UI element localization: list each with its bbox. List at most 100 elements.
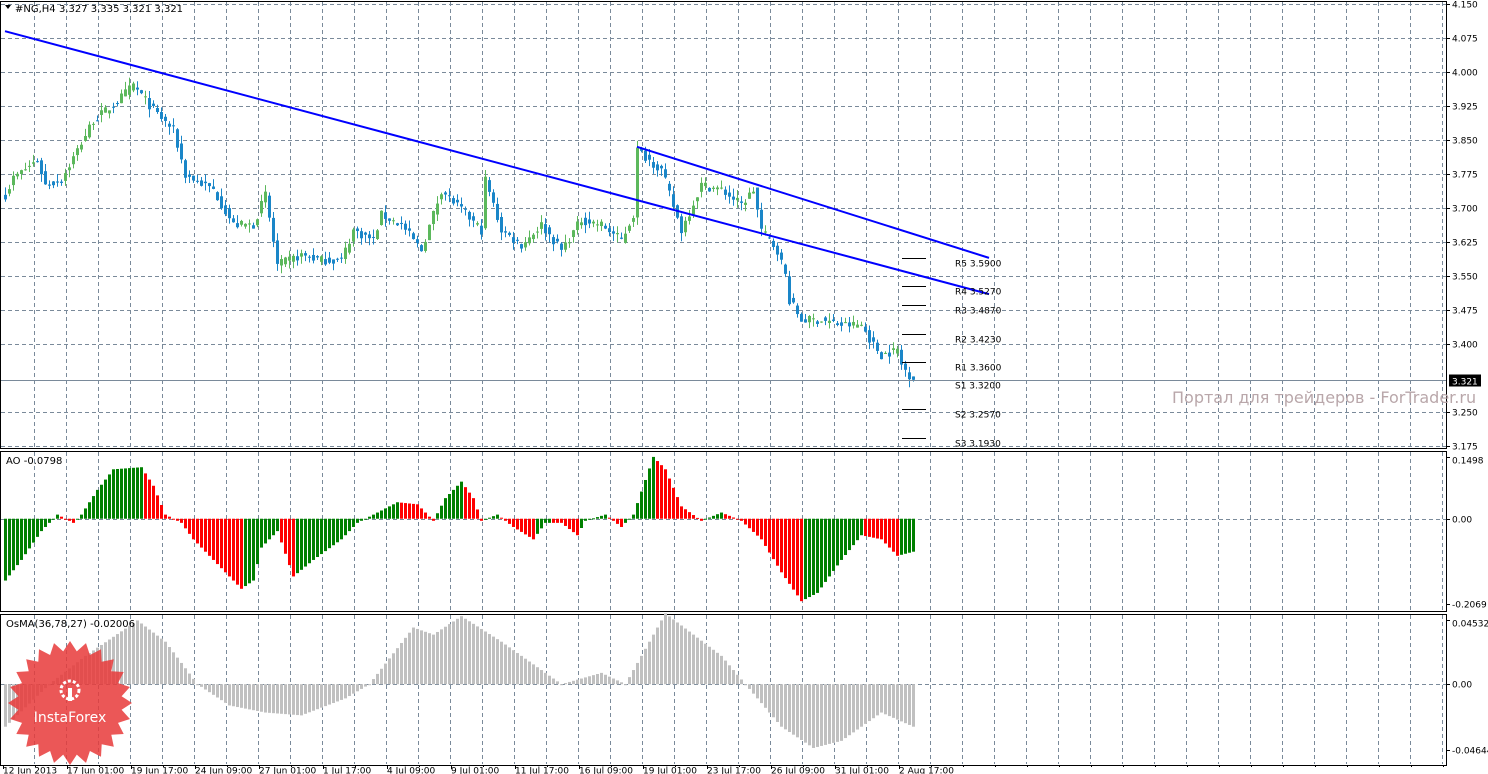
candle[interactable] xyxy=(296,249,299,266)
candle[interactable] xyxy=(616,226,619,243)
candle[interactable] xyxy=(240,219,243,227)
candle[interactable] xyxy=(376,229,379,241)
candle[interactable] xyxy=(220,188,223,210)
candle[interactable] xyxy=(216,191,219,201)
candle[interactable] xyxy=(112,102,115,114)
candle[interactable] xyxy=(4,187,7,202)
candle[interactable] xyxy=(488,176,491,197)
candle[interactable] xyxy=(592,219,595,228)
candle[interactable] xyxy=(260,194,263,217)
candle[interactable] xyxy=(780,248,783,265)
candle[interactable] xyxy=(848,317,851,333)
candle[interactable] xyxy=(756,187,759,218)
candle[interactable] xyxy=(552,234,555,252)
candle[interactable] xyxy=(864,322,867,333)
candle[interactable] xyxy=(620,232,623,240)
candle[interactable] xyxy=(532,233,535,243)
candle[interactable] xyxy=(588,211,591,229)
candle[interactable] xyxy=(440,192,443,205)
candle[interactable] xyxy=(396,222,399,227)
candle[interactable] xyxy=(328,251,331,265)
candle[interactable] xyxy=(444,190,447,201)
candle[interactable] xyxy=(748,187,751,199)
candle[interactable] xyxy=(56,173,59,187)
candle[interactable] xyxy=(528,230,531,246)
candle[interactable] xyxy=(284,256,287,268)
candle[interactable] xyxy=(772,238,775,251)
candle[interactable] xyxy=(496,197,499,223)
candle[interactable] xyxy=(824,316,827,326)
candle[interactable] xyxy=(564,234,567,253)
candle[interactable] xyxy=(632,215,635,227)
candle[interactable] xyxy=(516,236,519,245)
candle[interactable] xyxy=(484,170,487,230)
candle[interactable] xyxy=(300,249,303,264)
candle[interactable] xyxy=(108,110,111,119)
candle[interactable] xyxy=(24,162,27,171)
candle[interactable] xyxy=(412,231,415,240)
candle[interactable] xyxy=(596,219,599,232)
candle[interactable] xyxy=(304,250,307,262)
candle[interactable] xyxy=(336,257,339,263)
candle[interactable] xyxy=(580,217,583,229)
candle[interactable] xyxy=(16,171,19,180)
candle[interactable] xyxy=(232,214,235,223)
candle[interactable] xyxy=(860,321,863,327)
candle[interactable] xyxy=(572,229,575,243)
candle[interactable] xyxy=(212,179,215,190)
candle[interactable] xyxy=(872,331,875,349)
candle[interactable] xyxy=(508,231,511,237)
candle[interactable] xyxy=(664,163,667,179)
trendline[interactable] xyxy=(636,145,990,259)
candle[interactable] xyxy=(808,315,811,329)
candle[interactable] xyxy=(696,197,699,209)
candle[interactable] xyxy=(720,180,723,190)
candle[interactable] xyxy=(724,186,727,200)
candle[interactable] xyxy=(816,320,819,327)
candle[interactable] xyxy=(76,145,79,161)
candle[interactable] xyxy=(180,135,183,164)
candle[interactable] xyxy=(436,196,439,222)
candle[interactable] xyxy=(712,185,715,192)
candle[interactable] xyxy=(708,187,711,192)
candle[interactable] xyxy=(668,181,671,197)
candle[interactable] xyxy=(124,81,127,97)
candle[interactable] xyxy=(460,197,463,213)
candle[interactable] xyxy=(612,226,615,241)
candle[interactable] xyxy=(356,226,359,239)
candle[interactable] xyxy=(476,221,479,227)
candle[interactable] xyxy=(84,128,87,142)
candle[interactable] xyxy=(8,184,11,197)
candle[interactable] xyxy=(144,90,147,105)
candle[interactable] xyxy=(796,303,799,318)
candle[interactable] xyxy=(244,223,247,229)
candle[interactable] xyxy=(152,100,155,108)
candle[interactable] xyxy=(120,89,123,104)
candle[interactable] xyxy=(60,179,63,186)
candle[interactable] xyxy=(900,344,903,370)
candle[interactable] xyxy=(140,89,143,95)
candle[interactable] xyxy=(340,253,343,263)
candle[interactable] xyxy=(744,199,747,212)
candle[interactable] xyxy=(852,315,855,329)
candle[interactable] xyxy=(524,237,527,251)
candle[interactable] xyxy=(168,121,171,135)
candle[interactable] xyxy=(48,180,51,190)
candle[interactable] xyxy=(364,231,367,243)
candle[interactable] xyxy=(208,182,211,193)
candle[interactable] xyxy=(884,351,887,354)
candle[interactable] xyxy=(752,187,755,194)
candle[interactable] xyxy=(388,218,391,225)
candle[interactable] xyxy=(184,158,187,184)
price-pane[interactable]: R5 3.5900 R4 3.5270 R3 3.4870 R2 3.4230 R1 3… xyxy=(1,30,1446,450)
candle[interactable] xyxy=(464,206,467,216)
candle[interactable] xyxy=(196,174,199,184)
candle[interactable] xyxy=(560,242,563,257)
candle[interactable] xyxy=(316,255,319,260)
candle[interactable] xyxy=(424,239,427,253)
candle[interactable] xyxy=(568,238,571,248)
candle[interactable] xyxy=(624,226,627,244)
candle[interactable] xyxy=(40,157,43,182)
candle[interactable] xyxy=(836,321,839,327)
candle[interactable] xyxy=(204,174,207,191)
